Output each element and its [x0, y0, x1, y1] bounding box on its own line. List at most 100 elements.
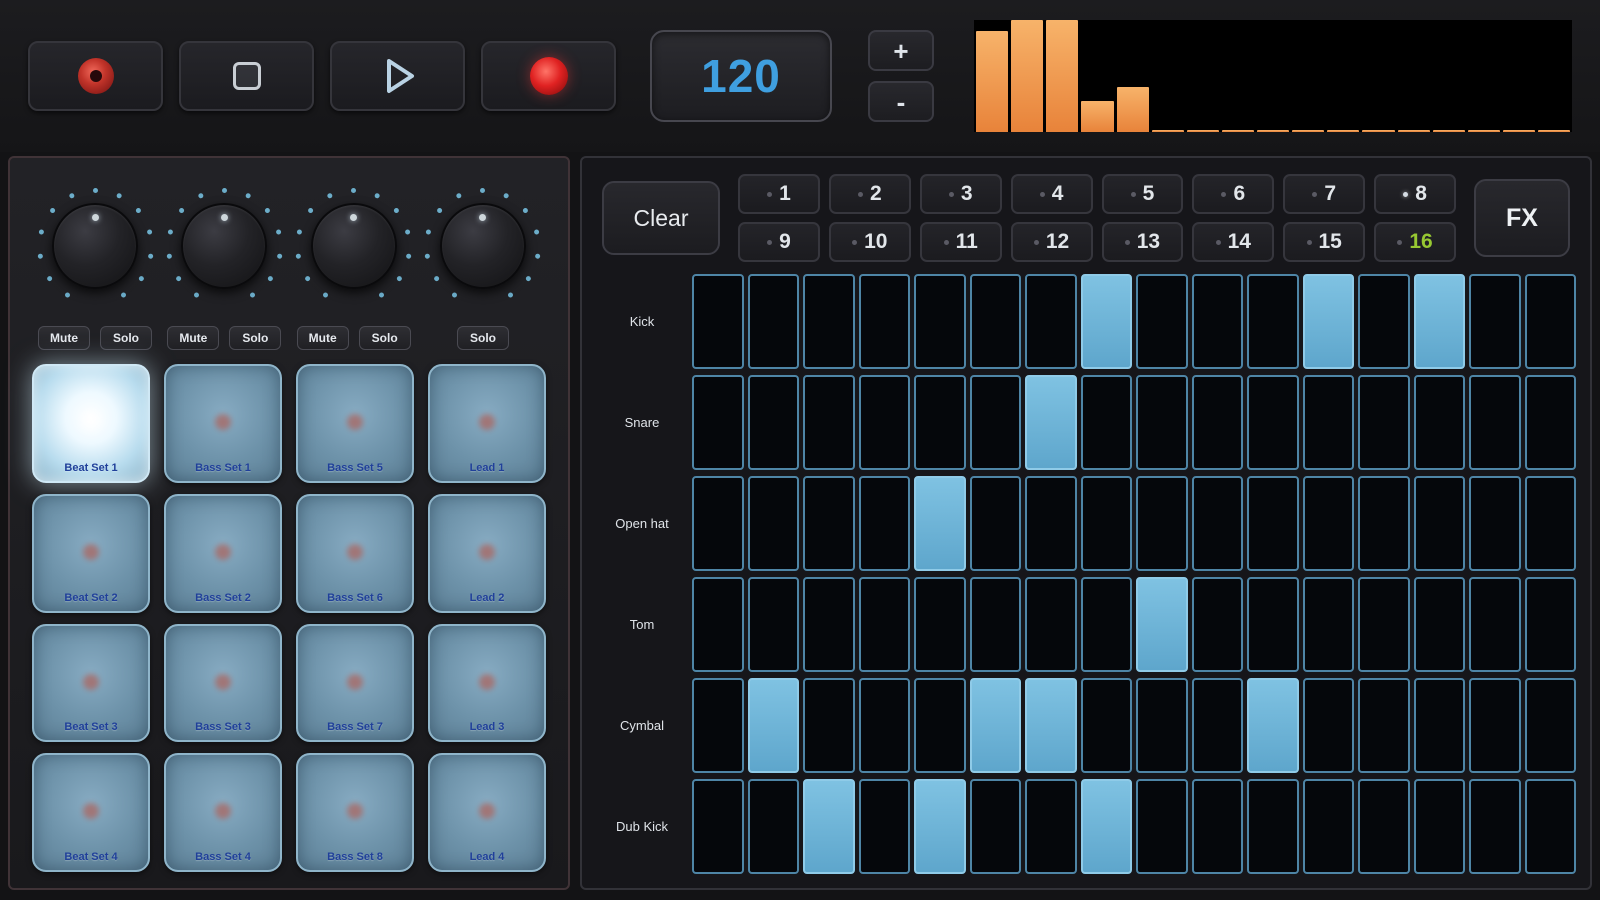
seq-cell-snare-step-12[interactable]: [1303, 375, 1355, 470]
channel-knob-2[interactable]: [181, 203, 267, 289]
seq-cell-tom-step-1[interactable]: [692, 577, 744, 672]
seq-cell-tom-step-2[interactable]: [748, 577, 800, 672]
seq-cell-kick-step-13[interactable]: [1358, 274, 1410, 369]
bpm-decrease-button[interactable]: -: [868, 81, 934, 122]
seq-cell-snare-step-4[interactable]: [859, 375, 911, 470]
seq-cell-kick-step-7[interactable]: [1025, 274, 1077, 369]
step-button-4[interactable]: 4: [1011, 174, 1093, 214]
step-button-2[interactable]: 2: [829, 174, 911, 214]
seq-cell-snare-step-8[interactable]: [1081, 375, 1133, 470]
channel-knob-4[interactable]: [440, 203, 526, 289]
seq-cell-dub-kick-step-5[interactable]: [914, 779, 966, 874]
seq-cell-dub-kick-step-7[interactable]: [1025, 779, 1077, 874]
seq-cell-cymbal-step-1[interactable]: [692, 678, 744, 773]
seq-cell-cymbal-step-15[interactable]: [1469, 678, 1521, 773]
pad-bass-set-4[interactable]: Bass Set 4: [164, 753, 282, 872]
seq-cell-dub-kick-step-1[interactable]: [692, 779, 744, 874]
seq-cell-open-hat-step-6[interactable]: [970, 476, 1022, 571]
seq-cell-dub-kick-step-6[interactable]: [970, 779, 1022, 874]
seq-cell-kick-step-14[interactable]: [1414, 274, 1466, 369]
seq-cell-open-hat-step-15[interactable]: [1469, 476, 1521, 571]
seq-cell-open-hat-step-3[interactable]: [803, 476, 855, 571]
seq-cell-snare-step-1[interactable]: [692, 375, 744, 470]
seq-cell-open-hat-step-13[interactable]: [1358, 476, 1410, 571]
seq-cell-kick-step-8[interactable]: [1081, 274, 1133, 369]
seq-cell-cymbal-step-6[interactable]: [970, 678, 1022, 773]
seq-cell-open-hat-step-2[interactable]: [748, 476, 800, 571]
pad-bass-set-1[interactable]: Bass Set 1: [164, 364, 282, 483]
record-button[interactable]: [481, 41, 616, 111]
seq-cell-cymbal-step-5[interactable]: [914, 678, 966, 773]
seq-cell-open-hat-step-8[interactable]: [1081, 476, 1133, 571]
bpm-display[interactable]: 120: [650, 30, 832, 122]
seq-cell-snare-step-3[interactable]: [803, 375, 855, 470]
seq-cell-tom-step-5[interactable]: [914, 577, 966, 672]
seq-cell-tom-step-11[interactable]: [1247, 577, 1299, 672]
seq-cell-open-hat-step-7[interactable]: [1025, 476, 1077, 571]
seq-cell-tom-step-16[interactable]: [1525, 577, 1577, 672]
seq-cell-open-hat-step-12[interactable]: [1303, 476, 1355, 571]
seq-cell-snare-step-9[interactable]: [1136, 375, 1188, 470]
seq-cell-kick-step-3[interactable]: [803, 274, 855, 369]
seq-cell-cymbal-step-10[interactable]: [1192, 678, 1244, 773]
seq-cell-open-hat-step-11[interactable]: [1247, 476, 1299, 571]
seq-cell-tom-step-7[interactable]: [1025, 577, 1077, 672]
seq-cell-dub-kick-step-11[interactable]: [1247, 779, 1299, 874]
step-button-15[interactable]: 15: [1283, 222, 1365, 262]
seq-cell-tom-step-8[interactable]: [1081, 577, 1133, 672]
seq-cell-cymbal-step-9[interactable]: [1136, 678, 1188, 773]
seq-cell-kick-step-4[interactable]: [859, 274, 911, 369]
seq-cell-open-hat-step-14[interactable]: [1414, 476, 1466, 571]
pad-beat-set-2[interactable]: Beat Set 2: [32, 494, 150, 613]
seq-cell-dub-kick-step-16[interactable]: [1525, 779, 1577, 874]
seq-cell-open-hat-step-9[interactable]: [1136, 476, 1188, 571]
seq-cell-open-hat-step-1[interactable]: [692, 476, 744, 571]
seq-cell-snare-step-2[interactable]: [748, 375, 800, 470]
step-button-16[interactable]: 16: [1374, 222, 1456, 262]
channel-knob-3[interactable]: [311, 203, 397, 289]
pad-bass-set-3[interactable]: Bass Set 3: [164, 624, 282, 743]
seq-cell-snare-step-7[interactable]: [1025, 375, 1077, 470]
seq-cell-snare-step-11[interactable]: [1247, 375, 1299, 470]
seq-cell-kick-step-10[interactable]: [1192, 274, 1244, 369]
seq-cell-cymbal-step-2[interactable]: [748, 678, 800, 773]
step-button-11[interactable]: 11: [920, 222, 1002, 262]
seq-cell-cymbal-step-11[interactable]: [1247, 678, 1299, 773]
pad-bass-set-7[interactable]: Bass Set 7: [296, 624, 414, 743]
seq-cell-kick-step-16[interactable]: [1525, 274, 1577, 369]
pad-bass-set-2[interactable]: Bass Set 2: [164, 494, 282, 613]
play-button[interactable]: [330, 41, 465, 111]
seq-cell-tom-step-9[interactable]: [1136, 577, 1188, 672]
bpm-increase-button[interactable]: +: [868, 30, 934, 71]
pad-bass-set-8[interactable]: Bass Set 8: [296, 753, 414, 872]
seq-cell-kick-step-1[interactable]: [692, 274, 744, 369]
step-button-9[interactable]: 9: [738, 222, 820, 262]
seq-cell-dub-kick-step-10[interactable]: [1192, 779, 1244, 874]
seq-cell-cymbal-step-12[interactable]: [1303, 678, 1355, 773]
seq-cell-snare-step-14[interactable]: [1414, 375, 1466, 470]
solo-button-1[interactable]: Solo: [100, 326, 152, 350]
seq-cell-cymbal-step-16[interactable]: [1525, 678, 1577, 773]
stop-button[interactable]: [179, 41, 314, 111]
step-button-14[interactable]: 14: [1192, 222, 1274, 262]
mute-button-3[interactable]: Mute: [297, 326, 349, 350]
seq-cell-snare-step-15[interactable]: [1469, 375, 1521, 470]
seq-cell-kick-step-11[interactable]: [1247, 274, 1299, 369]
step-button-10[interactable]: 10: [829, 222, 911, 262]
step-button-12[interactable]: 12: [1011, 222, 1093, 262]
step-button-6[interactable]: 6: [1192, 174, 1274, 214]
pad-lead-1[interactable]: Lead 1: [428, 364, 546, 483]
seq-cell-cymbal-step-14[interactable]: [1414, 678, 1466, 773]
seq-cell-tom-step-3[interactable]: [803, 577, 855, 672]
seq-cell-snare-step-10[interactable]: [1192, 375, 1244, 470]
mute-button-1[interactable]: Mute: [38, 326, 90, 350]
solo-button-4[interactable]: Solo: [457, 326, 509, 350]
pad-lead-4[interactable]: Lead 4: [428, 753, 546, 872]
seq-cell-kick-step-9[interactable]: [1136, 274, 1188, 369]
clear-button[interactable]: Clear: [602, 181, 720, 255]
mute-button-2[interactable]: Mute: [167, 326, 219, 350]
channel-knob-1[interactable]: [52, 203, 138, 289]
seq-cell-dub-kick-step-4[interactable]: [859, 779, 911, 874]
pad-lead-3[interactable]: Lead 3: [428, 624, 546, 743]
seq-cell-kick-step-15[interactable]: [1469, 274, 1521, 369]
